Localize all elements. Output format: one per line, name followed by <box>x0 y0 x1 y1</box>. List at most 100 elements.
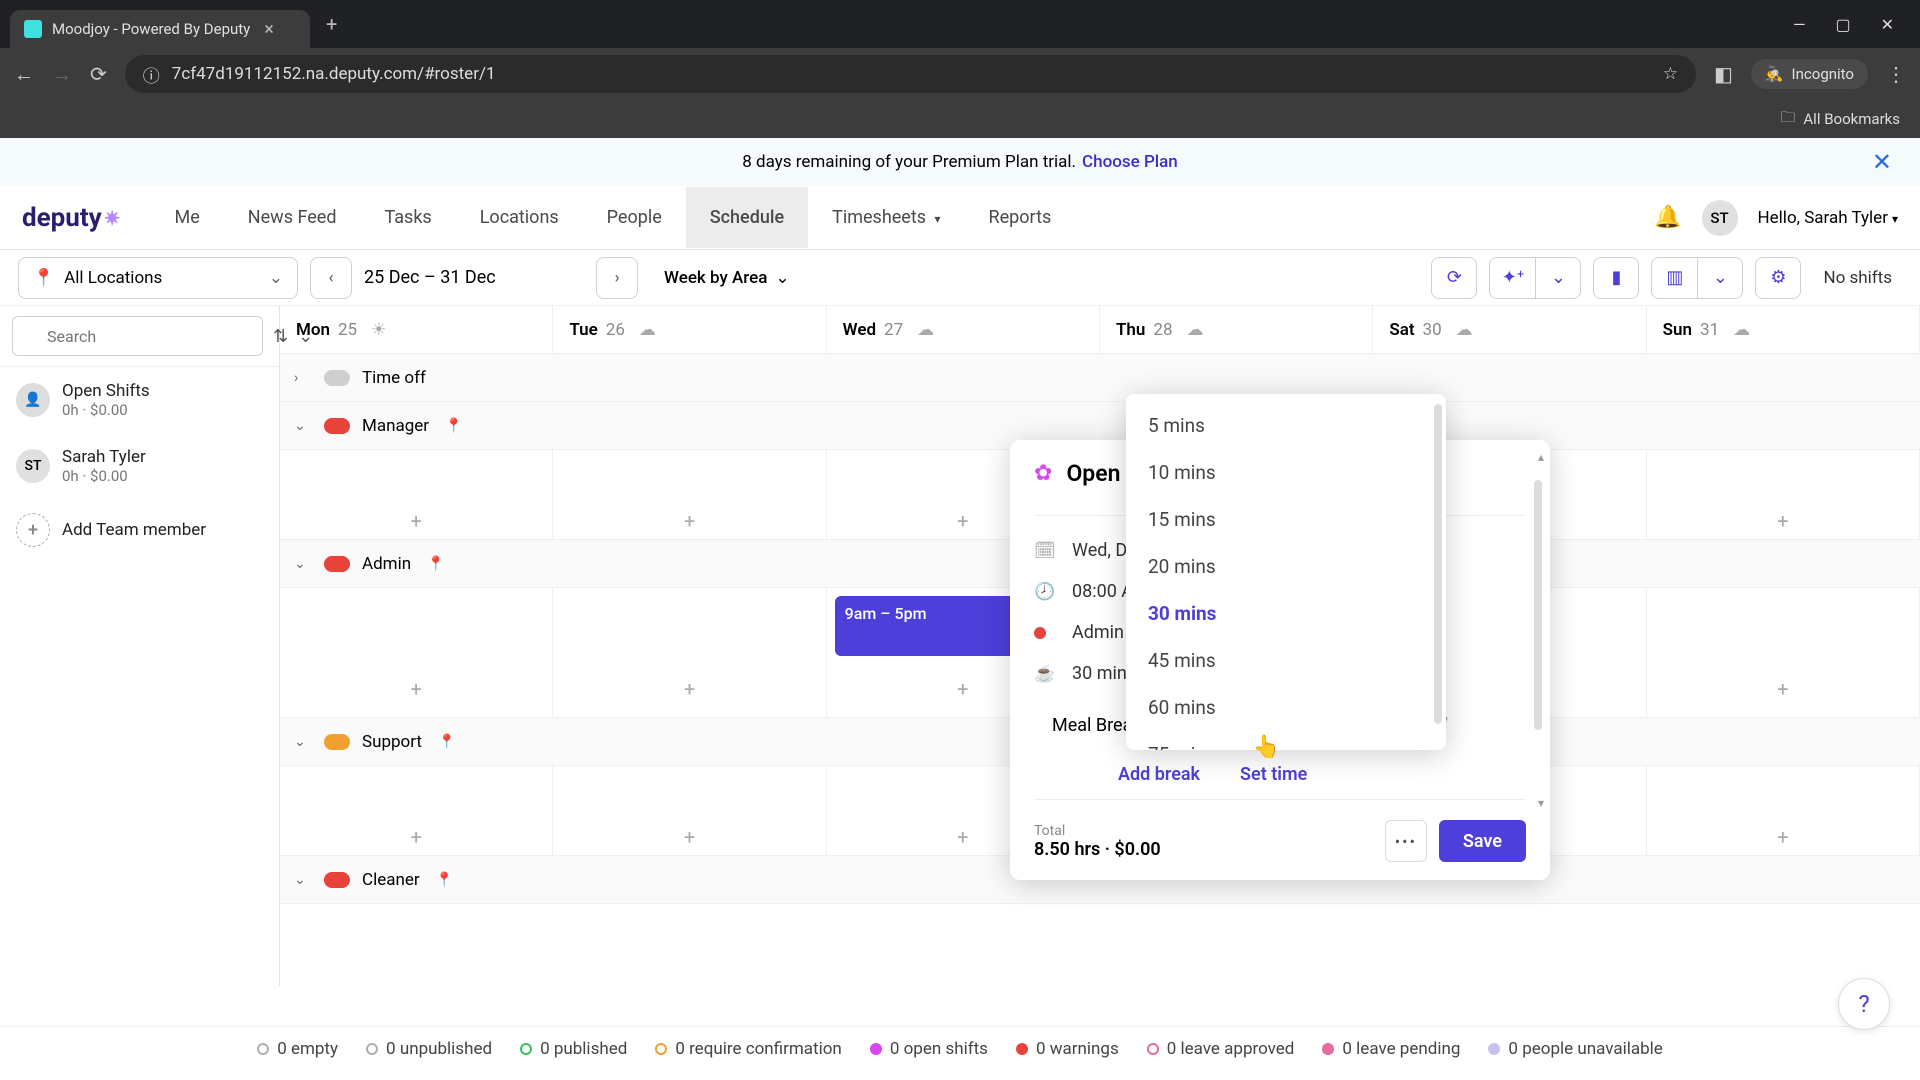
plus-icon[interactable]: + <box>957 825 968 849</box>
duration-option[interactable]: 45 mins <box>1126 637 1446 684</box>
next-week-button[interactable]: › <box>596 257 638 299</box>
plus-icon[interactable]: + <box>410 825 421 849</box>
view-selector[interactable]: Week by Area ⌄ <box>650 257 804 299</box>
nav-people[interactable]: People <box>583 187 686 248</box>
duration-option[interactable]: 5 mins <box>1126 402 1446 449</box>
nav-tasks[interactable]: Tasks <box>360 187 455 248</box>
refresh-button[interactable]: ⟳ <box>1431 257 1477 299</box>
shift-cell[interactable]: + <box>280 450 553 539</box>
plus-icon[interactable]: + <box>684 509 695 533</box>
duration-option[interactable]: 10 mins <box>1126 449 1446 496</box>
scrollbar[interactable] <box>1434 404 1442 724</box>
back-icon[interactable]: ← <box>14 62 34 87</box>
plus-icon[interactable]: + <box>957 677 968 701</box>
color-dot <box>324 418 350 434</box>
location-dropdown[interactable]: 📍 All Locations ⌄ <box>18 257 298 299</box>
duration-option-selected[interactable]: 30 mins <box>1126 590 1446 637</box>
add-break-link[interactable]: Add break <box>1118 764 1200 785</box>
autofill-button[interactable]: ✦⁺ <box>1489 257 1535 299</box>
minimize-icon[interactable]: — <box>1793 15 1806 34</box>
add-team-member-button[interactable]: + Add Team member <box>0 499 279 561</box>
side-panel-icon[interactable]: ◧ <box>1714 62 1733 86</box>
nav-locations[interactable]: Locations <box>456 187 583 248</box>
autofill-dropdown[interactable]: ⌄ <box>1535 257 1581 299</box>
shift-cell[interactable]: + <box>553 766 826 855</box>
stats-button[interactable]: ▥ <box>1651 257 1697 299</box>
plus-icon[interactable]: + <box>684 825 695 849</box>
shift-cell[interactable]: + <box>553 450 826 539</box>
prev-week-button[interactable]: ‹ <box>310 257 352 299</box>
section-time-off[interactable]: ›Time off <box>280 354 1920 402</box>
clock-icon: 🕗 <box>1034 582 1054 602</box>
plus-icon[interactable]: + <box>410 677 421 701</box>
status-published[interactable]: 0 published <box>520 1039 627 1059</box>
shift-cell[interactable]: + <box>280 588 553 717</box>
plus-icon[interactable]: + <box>410 509 421 533</box>
banner-close-icon[interactable]: ✕ <box>1872 148 1892 176</box>
reload-icon[interactable]: ⟳ <box>90 62 107 86</box>
status-approved[interactable]: 0 leave approved <box>1147 1039 1295 1059</box>
settings-button[interactable]: ⚙ <box>1755 257 1801 299</box>
stats-dropdown[interactable]: ⌄ <box>1697 257 1743 299</box>
nav-reports[interactable]: Reports <box>965 187 1076 248</box>
avatar[interactable]: ST <box>1702 200 1738 236</box>
duration-option[interactable]: 75 mins <box>1126 731 1446 750</box>
scroll-up-icon[interactable]: ▴ <box>1538 450 1544 464</box>
plus-icon[interactable]: + <box>684 677 695 701</box>
date-range[interactable]: 25 Dec – 31 Dec <box>364 267 584 288</box>
tab-close-icon[interactable]: × <box>260 15 278 44</box>
status-unpublished[interactable]: 0 unpublished <box>366 1039 492 1059</box>
site-info-icon[interactable]: ⓘ <box>143 62 160 87</box>
day-num: 30 <box>1423 320 1442 340</box>
set-time-link[interactable]: Set time <box>1240 764 1307 785</box>
shift-cell[interactable]: + <box>1647 766 1920 855</box>
plus-icon[interactable]: + <box>1777 677 1788 701</box>
copy-button[interactable]: ▮ <box>1593 257 1639 299</box>
shift-cell[interactable]: + <box>1647 450 1920 539</box>
all-bookmarks-link[interactable]: All Bookmarks <box>1803 110 1900 128</box>
nav-news-feed[interactable]: News Feed <box>224 187 361 248</box>
new-tab-icon[interactable]: + <box>322 8 341 40</box>
choose-plan-link[interactable]: Choose Plan <box>1082 152 1178 172</box>
status-open[interactable]: 0 open shifts <box>870 1039 988 1059</box>
sidebar-item-sarah-tyler[interactable]: ST Sarah Tyler 0h · $0.00 <box>0 433 279 499</box>
status-empty[interactable]: 0 empty <box>257 1039 338 1059</box>
status-unavailable[interactable]: 0 people unavailable <box>1488 1039 1662 1059</box>
menu-icon[interactable]: ⋮ <box>1886 62 1906 86</box>
shift-cell[interactable]: + <box>553 588 826 717</box>
scroll-down-icon[interactable]: ▾ <box>1538 796 1544 810</box>
maximize-icon[interactable]: ▢ <box>1835 15 1850 34</box>
nav-schedule[interactable]: Schedule <box>686 187 808 248</box>
status-pending[interactable]: 0 leave pending <box>1322 1039 1460 1059</box>
sidebar-item-open-shifts[interactable]: 👤 Open Shifts 0h · $0.00 <box>0 367 279 433</box>
hello-user[interactable]: Hello, Sarah Tyler▾ <box>1758 208 1898 228</box>
browser-tab[interactable]: Moodjoy - Powered By Deputy × <box>10 10 310 48</box>
shift-time: 9am – 5pm <box>845 604 927 623</box>
duration-option[interactable]: 15 mins <box>1126 496 1446 543</box>
cloud-icon: ☁ <box>639 320 656 340</box>
url-input[interactable]: ⓘ 7cf47d19112152.na.deputy.com/#roster/1… <box>125 55 1696 93</box>
plus-icon[interactable]: + <box>1777 509 1788 533</box>
day-header-mon: Mon25☀ <box>280 306 553 353</box>
notifications-icon[interactable]: 🔔 <box>1654 205 1681 230</box>
duration-option[interactable]: 60 mins <box>1126 684 1446 731</box>
plus-icon[interactable]: + <box>1777 825 1788 849</box>
nav-timesheets[interactable]: Timesheets ▾ <box>808 187 964 248</box>
shift-cell[interactable]: + <box>280 766 553 855</box>
plus-icon[interactable]: + <box>957 509 968 533</box>
status-confirm[interactable]: 0 require confirmation <box>655 1039 842 1059</box>
shift-cell[interactable]: + <box>1647 588 1920 717</box>
nav-me[interactable]: Me <box>151 187 224 248</box>
save-button[interactable]: Save <box>1439 820 1526 862</box>
status-warnings[interactable]: 0 warnings <box>1016 1039 1119 1059</box>
more-actions-button[interactable]: ••• <box>1385 820 1427 862</box>
search-input[interactable] <box>12 316 263 356</box>
duration-option[interactable]: 20 mins <box>1126 543 1446 590</box>
address-bar: ← → ⟳ ⓘ 7cf47d19112152.na.deputy.com/#ro… <box>0 48 1920 100</box>
help-button[interactable]: ? <box>1838 978 1890 1030</box>
coffee-icon: ☕ <box>1034 664 1054 684</box>
bookmark-star-icon[interactable]: ☆ <box>1663 64 1678 84</box>
scrollbar[interactable] <box>1534 480 1542 730</box>
deputy-logo[interactable]: deputy✷ <box>22 203 121 233</box>
close-window-icon[interactable]: ✕ <box>1881 15 1894 34</box>
